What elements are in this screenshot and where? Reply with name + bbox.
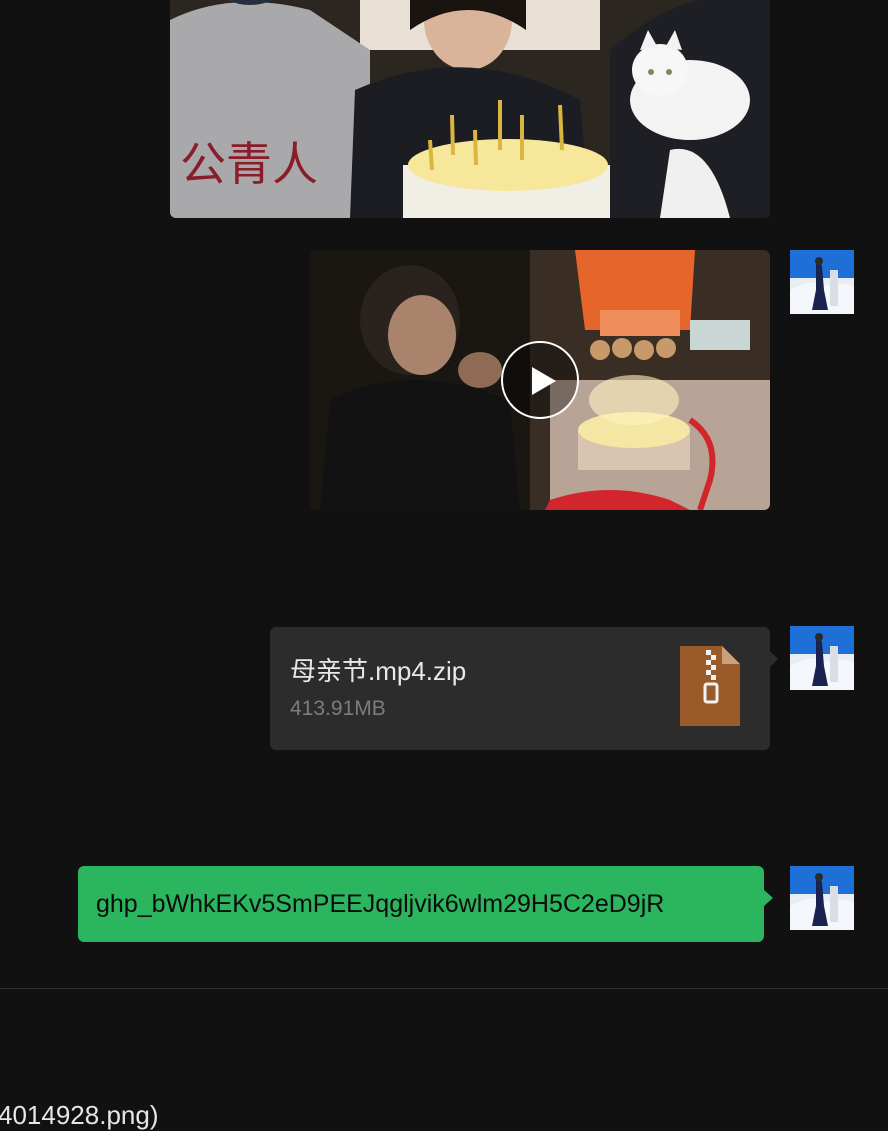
zip-file-icon	[680, 646, 740, 726]
video-message[interactable]	[310, 250, 770, 510]
photo-message[interactable]: 公青人	[170, 0, 770, 218]
file-name: 母亲节.mp4.zip	[290, 656, 467, 686]
avatar[interactable]	[790, 626, 854, 690]
file-size: 413.91MB	[290, 697, 386, 720]
avatar[interactable]	[790, 866, 854, 930]
play-icon	[532, 367, 556, 395]
svg-text:公青人: 公青人	[180, 137, 318, 191]
message-text: ghp_bWhkEKv5SmPEEJqgljvik6wlm29H5C2eD9jR	[96, 890, 665, 918]
bubble-tail	[764, 890, 773, 906]
avatar[interactable]	[790, 250, 854, 314]
file-message[interactable]: 母亲节.mp4.zip 413.91MB	[270, 627, 778, 750]
avatar-image	[790, 866, 854, 930]
avatar-image	[790, 626, 854, 690]
input-divider	[0, 988, 888, 989]
photo-image: 公青人	[170, 0, 770, 218]
text-message[interactable]: ghp_bWhkEKv5SmPEEJqgljvik6wlm29H5C2eD9jR	[78, 866, 764, 942]
play-button[interactable]	[501, 341, 579, 419]
avatar-image	[790, 250, 854, 314]
input-text[interactable]: 4014928.png)	[0, 1100, 158, 1131]
